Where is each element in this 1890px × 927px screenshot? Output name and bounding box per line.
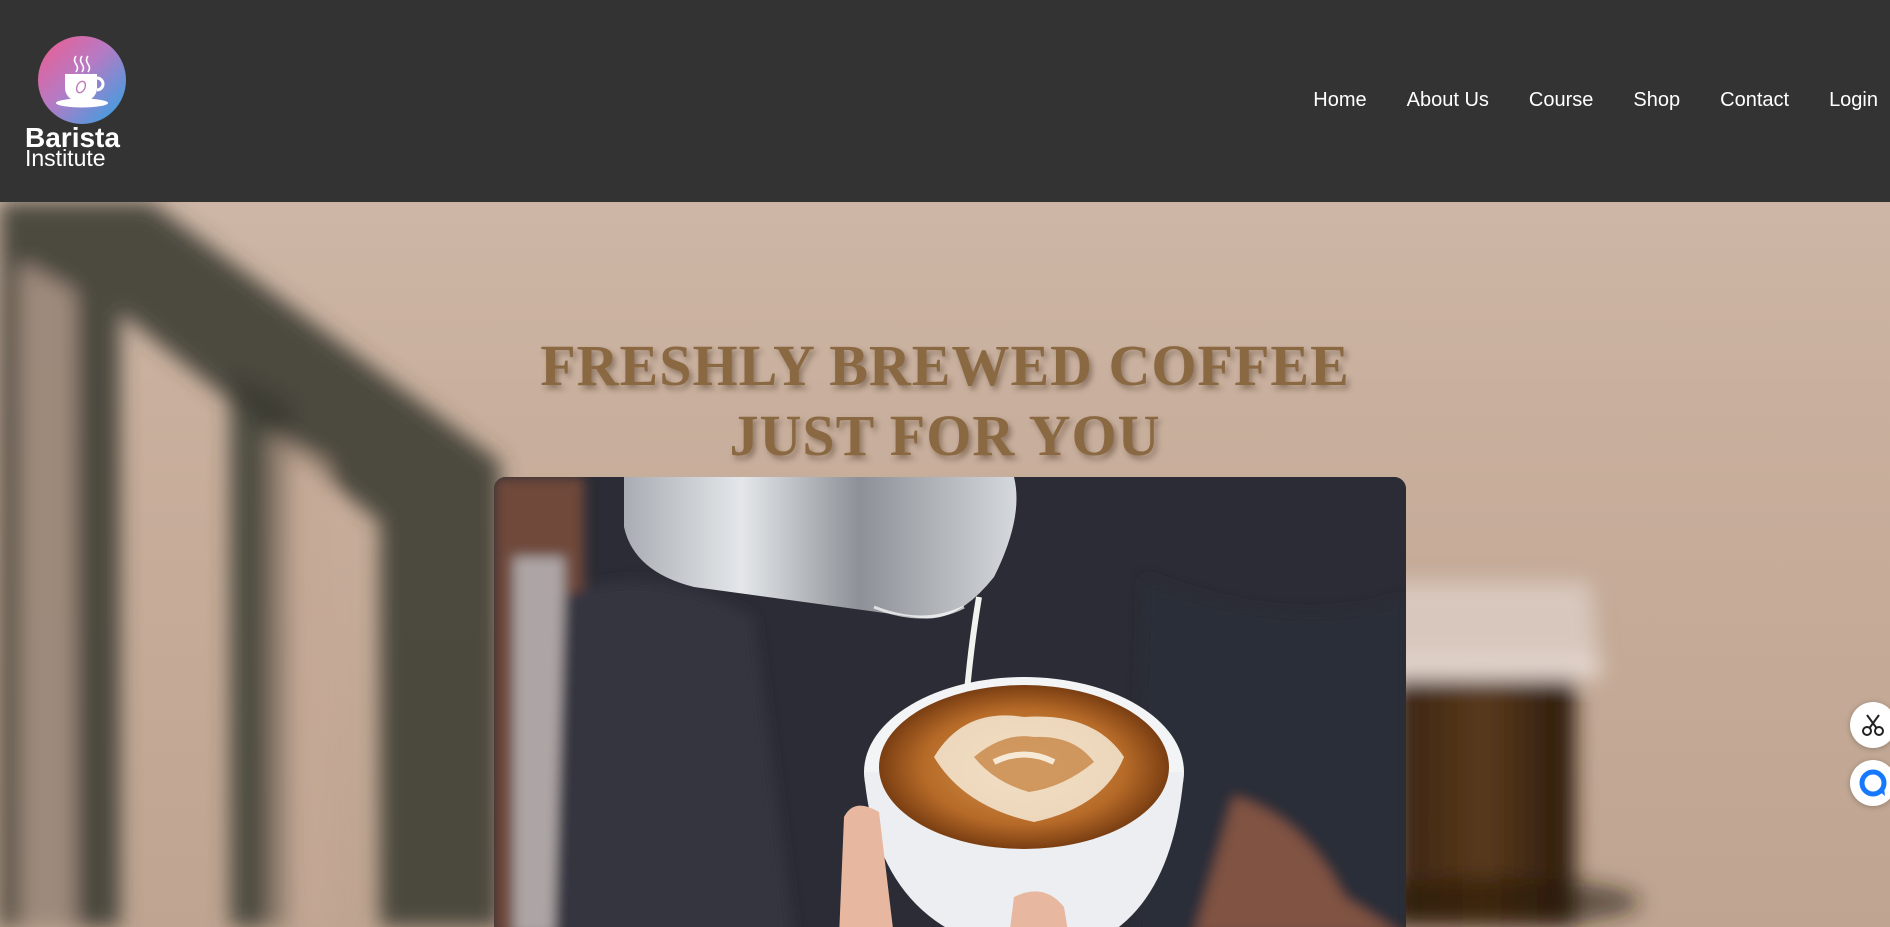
main-nav: Home About Us Course Shop Contact Login	[1273, 86, 1878, 114]
nav-login[interactable]: Login	[1829, 86, 1878, 114]
latte-art-photo	[494, 477, 1406, 927]
nav-shop[interactable]: Shop	[1633, 86, 1680, 114]
scissors-icon[interactable]	[1850, 702, 1890, 748]
nav-home[interactable]: Home	[1313, 86, 1366, 114]
nav-course[interactable]: Course	[1529, 86, 1593, 114]
brand-subname: Institute	[25, 145, 106, 171]
hero-title-line2: JUST FOR YOU	[729, 402, 1161, 468]
site-header: Barista Institute Home About Us Course S…	[0, 0, 1890, 202]
coffee-cup-icon	[38, 36, 126, 124]
floating-tools	[1846, 702, 1890, 818]
hero-title-line1: FRESHLY BREWED COFFEE	[540, 332, 1350, 398]
nav-about-us[interactable]: About Us	[1407, 86, 1489, 114]
chat-bubble-icon[interactable]	[1850, 760, 1890, 806]
brand-logo[interactable]: Barista Institute	[24, 36, 134, 176]
nav-contact[interactable]: Contact	[1720, 86, 1789, 114]
hero-section: FRESHLY BREWED COFFEE JUST FOR YOU	[0, 202, 1890, 927]
hero-title: FRESHLY BREWED COFFEE JUST FOR YOU	[0, 331, 1890, 471]
